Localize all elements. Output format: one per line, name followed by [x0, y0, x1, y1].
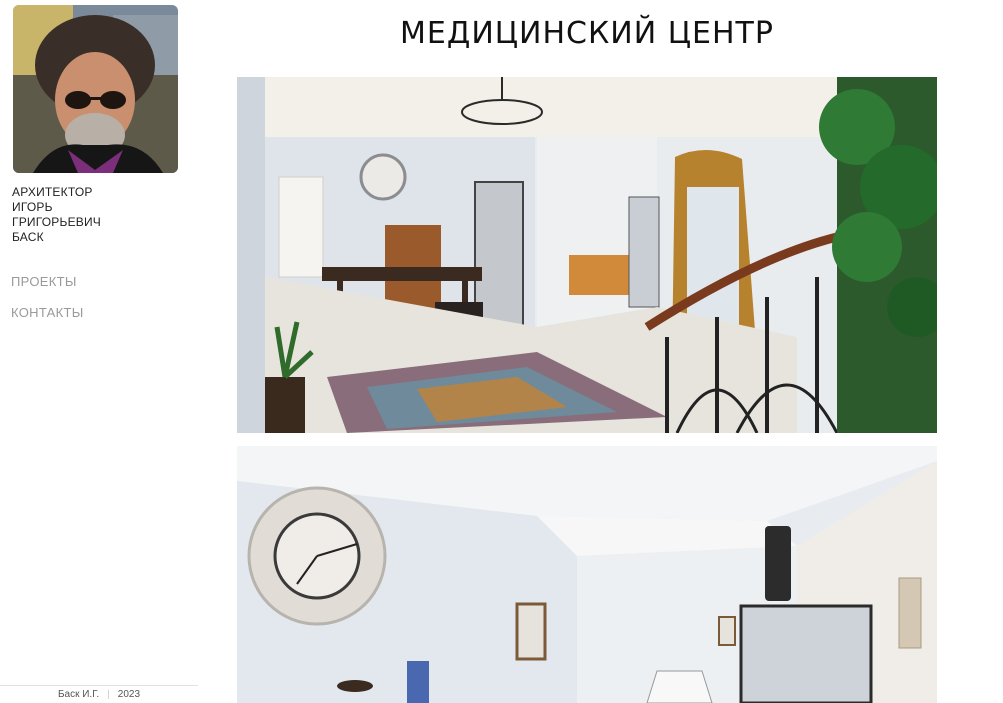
nav-item-contacts[interactable]: КОНТАКТЫ [11, 303, 84, 334]
author-last-name: БАСК [12, 230, 44, 244]
author-avatar[interactable] [13, 5, 178, 173]
author-patronymic: ГРИГОРЬЕВИЧ [12, 215, 101, 229]
main-nav: ПРОЕКТЫ КОНТАКТЫ [11, 272, 84, 334]
footer: Баск И.Г. | 2023 [0, 689, 198, 700]
page-title: МЕДИЦИНСКИЙ ЦЕНТР [400, 16, 774, 51]
project-photo-hall[interactable] [237, 446, 937, 703]
author-name: АРХИТЕКТОР ИГОРЬ ГРИГОРЬЕВИЧ БАСК [12, 185, 192, 245]
author-first-name: ИГОРЬ [12, 200, 53, 214]
footer-separator: | [107, 689, 110, 700]
footer-name: Баск И.Г. [57, 689, 100, 700]
footer-divider [0, 685, 198, 686]
sidebar: АРХИТЕКТОР ИГОРЬ ГРИГОРЬЕВИЧ БАСК ПРОЕКТ… [0, 0, 200, 703]
author-role: АРХИТЕКТОР [12, 185, 93, 199]
nav-item-projects[interactable]: ПРОЕКТЫ [11, 272, 84, 303]
project-photo-lobby[interactable] [237, 77, 937, 433]
footer-year: 2023 [117, 689, 141, 700]
